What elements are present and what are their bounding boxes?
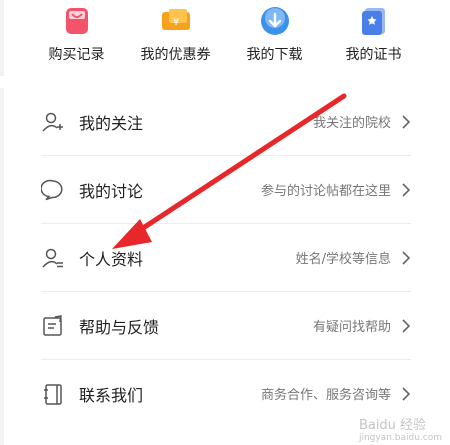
- left-edge-strip: [0, 0, 4, 445]
- menu-item-title: 帮助与反馈: [79, 317, 160, 337]
- menu-item-subtitle: 参与的讨论帖都在这里: [260, 184, 391, 199]
- user-add-icon: [42, 112, 63, 132]
- quick-action-my-coupons[interactable]: ¥ 我的优惠券: [126, 0, 225, 76]
- shopping-bag-icon: [65, 8, 88, 34]
- chevron-right-icon: [402, 182, 411, 197]
- menu-item-my-discussions[interactable]: 我的讨论 参与的讨论帖都在这里: [41, 156, 411, 224]
- watermark: Baidu 经验 jingyan.baidu.com: [359, 414, 442, 443]
- chevron-right-icon: [402, 318, 411, 333]
- cloud-download-icon: [260, 7, 289, 35]
- menu-item-title: 我的关注: [79, 113, 144, 133]
- svg-text:¥: ¥: [172, 17, 178, 28]
- quick-action-purchase-records[interactable]: 购买记录: [27, 0, 126, 76]
- watermark-url: jingyan.baidu.com: [358, 433, 442, 443]
- chevron-right-icon: [402, 114, 411, 129]
- menu-item-subtitle: 商务合作、服务咨询等: [260, 388, 391, 403]
- menu-item-help-feedback[interactable]: 帮助与反馈 有疑问找帮助: [41, 292, 411, 360]
- settings-menu-list: 我的关注 我关注的院校 我的讨论 参与的讨论帖都在这里 个人资料 姓名/学校等信…: [41, 88, 411, 427]
- menu-item-title: 个人资料: [79, 249, 144, 269]
- menu-item-personal-profile[interactable]: 个人资料 姓名/学校等信息: [41, 224, 411, 292]
- chat-bubble-icon: [41, 179, 63, 200]
- menu-item-title: 我的讨论: [79, 181, 144, 201]
- quick-action-label: 我的证书: [345, 47, 402, 63]
- chevron-right-icon: [402, 250, 411, 265]
- menu-item-my-follows[interactable]: 我的关注 我关注的院校: [41, 88, 411, 156]
- quick-action-label: 我的优惠券: [140, 47, 211, 63]
- quick-action-my-downloads[interactable]: 我的下载: [225, 0, 324, 76]
- coupon-icon: ¥: [161, 9, 190, 30]
- quick-action-label: 我的下载: [246, 47, 303, 63]
- menu-item-title: 联系我们: [79, 385, 144, 405]
- menu-item-subtitle: 我关注的院校: [312, 116, 391, 131]
- edit-feedback-icon: [43, 314, 62, 336]
- menu-item-subtitle: 姓名/学校等信息: [295, 252, 391, 267]
- quick-actions-row: 购买记录 ¥ 我的优惠券 我的下载 我的证书: [27, 0, 423, 76]
- menu-item-subtitle: 有疑问找帮助: [312, 320, 391, 335]
- quick-action-label: 购买记录: [48, 47, 105, 63]
- menu-item-contact-us[interactable]: 联系我们 商务合作、服务咨询等: [41, 360, 411, 427]
- section-divider: [0, 76, 450, 88]
- watermark-brand: Baidu 经验: [358, 418, 427, 433]
- chevron-right-icon: [402, 386, 411, 401]
- user-profile-icon: [42, 248, 63, 268]
- certificate-icon: [361, 8, 385, 35]
- quick-action-my-certificates[interactable]: 我的证书: [324, 0, 423, 76]
- contact-book-icon: [44, 383, 62, 405]
